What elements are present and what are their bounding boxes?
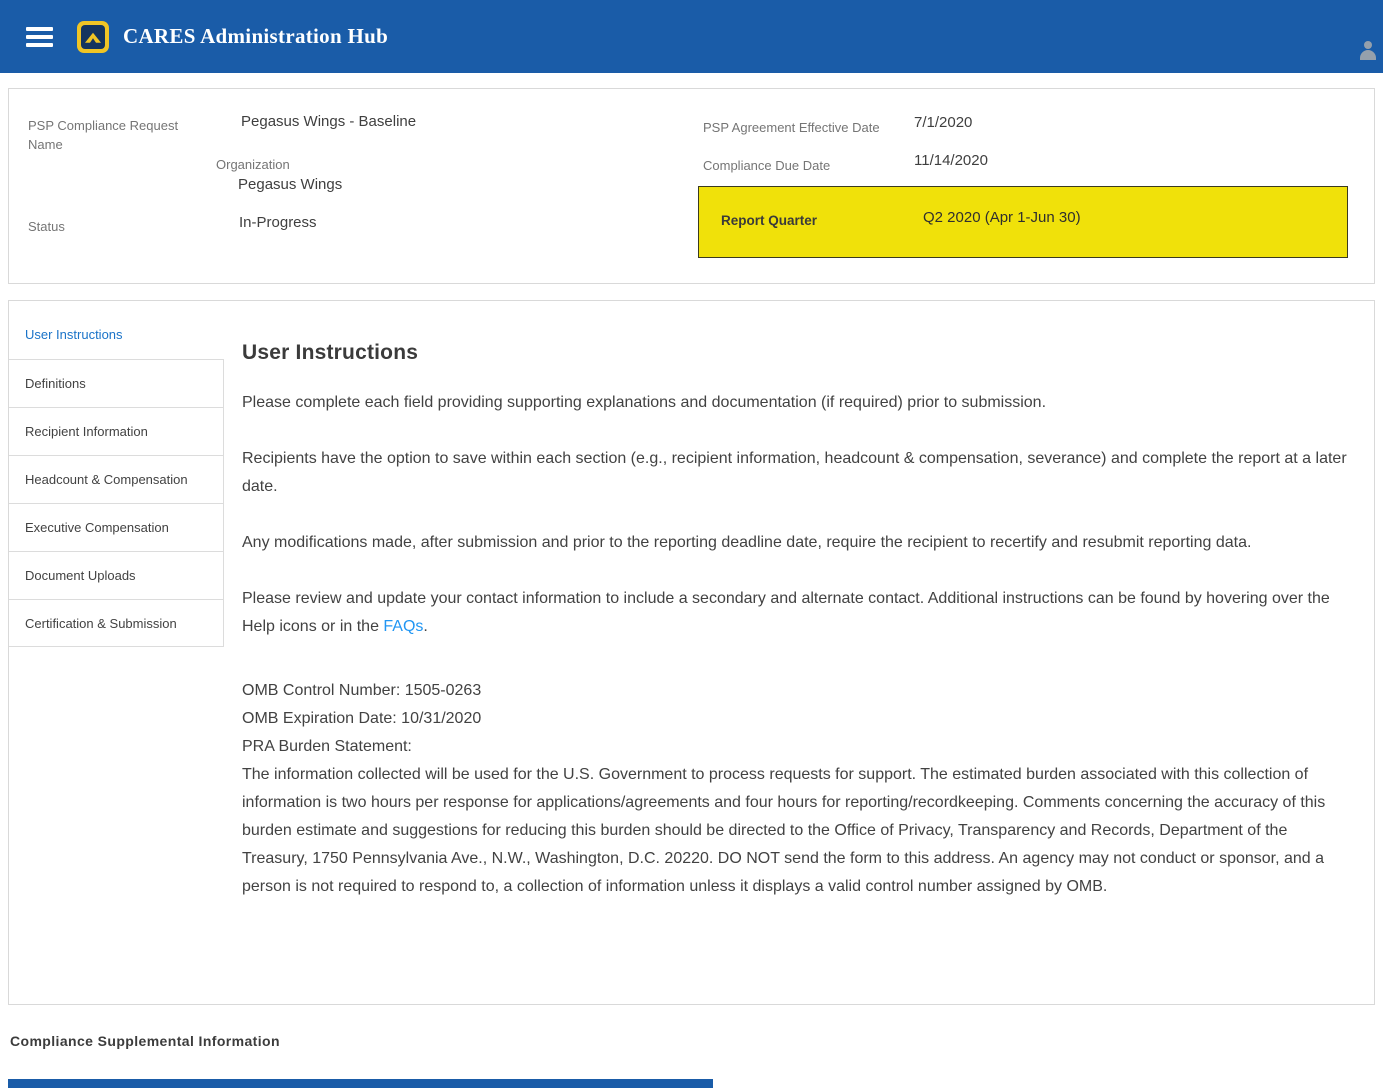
pra-burden-label: PRA Burden Statement: (242, 733, 1354, 761)
tab-document-uploads[interactable]: Document Uploads (9, 551, 224, 599)
menu-icon[interactable] (26, 27, 53, 47)
tab-executive-compensation[interactable]: Executive Compensation (9, 503, 224, 551)
request-name-value: Pegasus Wings - Baseline (241, 113, 416, 130)
report-quarter-label: Report Quarter (721, 213, 817, 228)
menu-bar (26, 35, 53, 39)
effective-date-value: 7/1/2020 (914, 114, 972, 131)
status-value: In-Progress (239, 214, 317, 231)
omb-statement-block: OMB Control Number: 1505-0263 OMB Expira… (242, 677, 1354, 901)
due-date-label: Compliance Due Date (703, 156, 830, 175)
tab-headcount-compensation[interactable]: Headcount & Compensation (9, 455, 224, 503)
page-title: User Instructions (242, 341, 1354, 365)
instructions-content: User Instructions Please complete each f… (224, 301, 1374, 1004)
app-bar: CARES Administration Hub (0, 0, 1383, 73)
app-title: CARES Administration Hub (123, 24, 388, 49)
tab-recipient-information[interactable]: Recipient Information (9, 407, 224, 455)
organization-label: Organization (216, 155, 290, 174)
effective-date-label: PSP Agreement Effective Date (703, 118, 880, 137)
instruction-paragraph-3: Any modifications made, after submission… (242, 529, 1354, 557)
instruction-paragraph-1: Please complete each field providing sup… (242, 389, 1354, 417)
compliance-summary-panel: PSP Compliance Request Name Pegasus Wing… (8, 88, 1375, 284)
tab-certification-submission[interactable]: Certification & Submission (9, 599, 224, 647)
faqs-link[interactable]: FAQs (383, 618, 423, 635)
pra-burden-text: The information collected will be used f… (242, 761, 1354, 901)
instruction-paragraph-4: Please review and update your contact in… (242, 585, 1354, 641)
section-tabs: User Instructions Definitions Recipient … (9, 301, 224, 1004)
instruction-paragraph-4-period: . (423, 618, 427, 635)
organization-value: Pegasus Wings (238, 176, 342, 193)
supplemental-section-bar[interactable] (8, 1079, 713, 1088)
app-logo-icon (77, 21, 109, 53)
due-date-value: 11/14/2020 (914, 152, 988, 169)
report-quarter-highlight: Report Quarter Q2 2020 (Apr 1-Jun 30) (698, 186, 1348, 258)
status-label: Status (28, 217, 65, 236)
logo-chevron-notch (89, 38, 97, 44)
supplemental-section-title: Compliance Supplemental Information (10, 1033, 1383, 1049)
request-name-label: PSP Compliance Request Name (28, 116, 200, 154)
app-logo-shield (81, 25, 105, 49)
report-quarter-value: Q2 2020 (Apr 1-Jun 30) (923, 209, 1081, 226)
tab-definitions[interactable]: Definitions (9, 359, 224, 407)
menu-bar (26, 43, 53, 47)
omb-control-number: OMB Control Number: 1505-0263 (242, 677, 1354, 705)
tab-user-instructions[interactable]: User Instructions (9, 311, 224, 359)
report-form-panel: User Instructions Definitions Recipient … (8, 300, 1375, 1005)
menu-bar (26, 27, 53, 31)
instruction-paragraph-2: Recipients have the option to save withi… (242, 445, 1354, 501)
omb-expiration-date: OMB Expiration Date: 10/31/2020 (242, 705, 1354, 733)
